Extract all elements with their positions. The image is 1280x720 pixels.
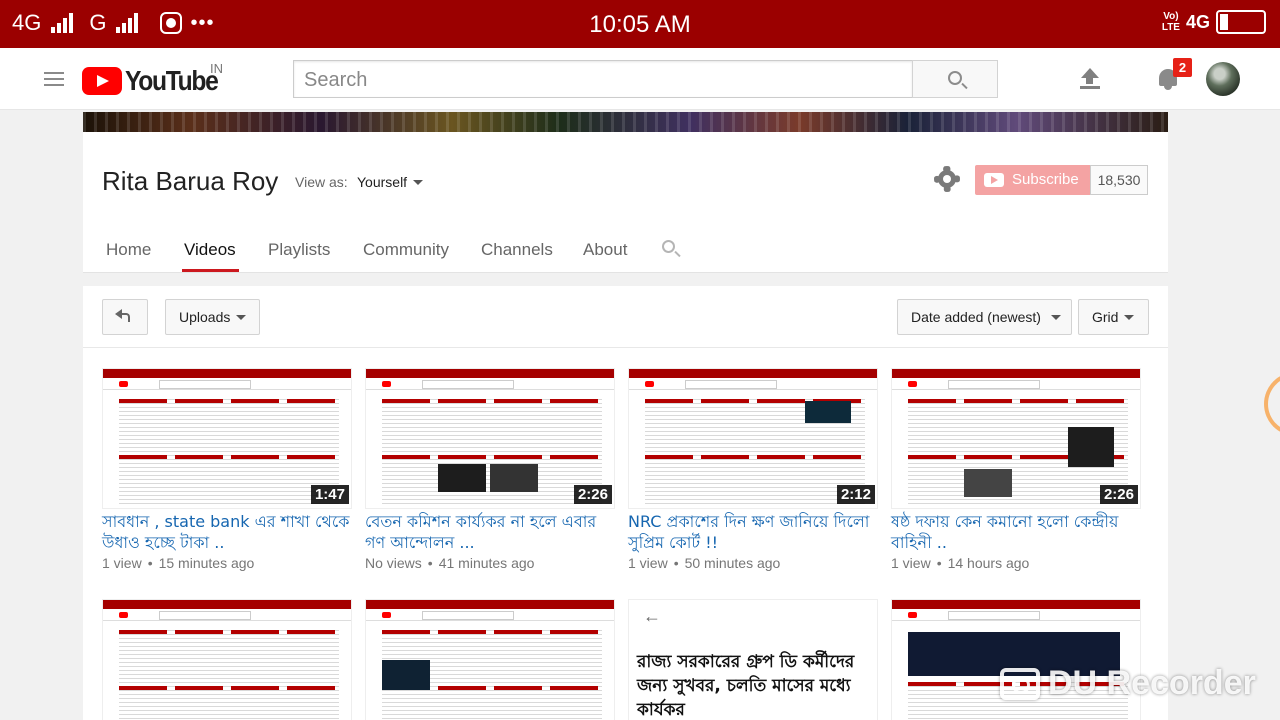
dropdown-caret-icon [1124,315,1135,320]
uploads-label: Uploads [179,309,231,325]
status-time: 10:05 AM [589,11,691,38]
watermark-text: DU Recorder [1048,664,1256,702]
subscribe-label: Subscribe [1012,171,1079,188]
youtube-play-icon [82,67,122,95]
android-status-bar: 4G G ••• 10:05 AM Vo) LTE 4G [0,0,1280,48]
dropdown-caret-icon [236,315,247,320]
view-as-dropdown[interactable]: Yourself [357,174,424,190]
youtube-play-icon [984,173,1004,187]
video-duration: 2:26 [1099,485,1138,504]
status-right: Vo) LTE 4G [1162,10,1266,34]
view-dropdown[interactable]: Grid [1078,299,1149,335]
video-meta: 1 view • 15 minutes ago [102,555,255,571]
back-arrow-icon: ← [643,606,661,626]
recorder-watermark: DU Recorder [1000,664,1256,703]
view-as-value: Yourself [357,174,408,190]
search-button[interactable] [912,60,998,98]
youtube-logo[interactable]: YouTube IN [82,61,230,97]
view-as-label: View as: [295,174,348,190]
uploads-dropdown[interactable]: Uploads [165,299,260,335]
tab-channels[interactable]: Channels [481,240,553,260]
video-thumbnail[interactable]: 2:26 [891,368,1141,509]
video-title[interactable]: ষষ্ঠ দফায় কেন কমানো হলো কেন্দ্রীয় বাহি… [891,511,1143,553]
video-title[interactable]: সাবধান , state bank এর শাখা থেকে উধাও হচ… [102,511,354,553]
video-thumbnail[interactable]: 1:47 [102,368,352,509]
view-label: Grid [1092,309,1119,325]
video-duration: 2:12 [836,485,875,504]
tab-videos[interactable]: Videos [184,240,236,260]
video-age: 41 minutes ago [438,555,535,571]
video-meta: 1 view • 50 minutes ago [628,555,781,571]
youtube-logo-text: YouTube [125,65,219,96]
tab-community[interactable]: Community [363,240,449,260]
network-4g-right: 4G [1185,11,1210,32]
upload-icon[interactable] [1080,68,1100,90]
toolbar-divider [83,347,1168,348]
volte-icon: Vo) LTE [1161,11,1180,33]
video-thumbnail[interactable] [365,599,615,720]
battery-icon [1216,10,1266,34]
thumbnail-headline: রাজ্য সরকারের গ্রুপ ডি কর্মীদের জন্য সুখ… [637,652,855,720]
video-title[interactable]: বেতন কমিশন কার্য্যকর না হলে এবার গণ আন্দ… [365,511,617,553]
youtube-header: YouTube IN Search 2 [0,48,1280,110]
subscriber-count: 18,530 [1090,165,1148,195]
video-thumbnail[interactable]: ← রাজ্য সরকারের গ্রুপ ডি কর্মীদের জন্য স… [628,599,878,720]
country-code: IN [210,61,223,76]
channel-tabs: Home Videos Playlists Community Channels… [83,232,1168,273]
tab-about[interactable]: About [583,240,627,260]
subscribe-button[interactable]: Subscribe [975,165,1091,195]
hamburger-icon[interactable] [44,72,64,90]
avatar[interactable] [1206,62,1240,96]
gear-icon-center [943,175,951,183]
back-button[interactable] [102,299,148,335]
tab-playlists[interactable]: Playlists [268,240,330,260]
video-meta: 1 view • 14 hours ago [891,555,1030,571]
tab-home[interactable]: Home [106,240,151,260]
video-duration: 1:47 [310,485,349,504]
video-thumbnail[interactable]: 2:26 [365,368,615,509]
video-thumbnail[interactable] [102,599,352,720]
dropdown-caret-icon [413,180,424,185]
search-icon [948,71,962,85]
floating-recorder-handle[interactable] [1264,372,1280,436]
video-views: 1 view [891,555,931,571]
channel-name: Rita Barua Roy [102,166,279,196]
video-views: 1 view [102,555,142,571]
video-meta: No views • 41 minutes ago [365,555,535,571]
video-age: 14 hours ago [947,555,1030,571]
search-input[interactable]: Search [293,60,913,98]
channel-banner [83,112,1168,132]
video-age: 50 minutes ago [684,555,781,571]
active-tab-indicator [182,269,239,272]
video-title[interactable]: NRC প্রকাশের দিন ক্ষণ জানিয়ে দিলো সুপ্র… [628,511,880,553]
channel-header: Rita Barua Roy View as: Yourself Subscri… [83,132,1168,273]
dropdown-caret-icon [1050,315,1061,320]
video-views: 1 view [628,555,668,571]
notification-badge: 2 [1173,58,1192,77]
sort-dropdown[interactable]: Date added (newest) [897,299,1072,335]
video-duration: 2:26 [573,485,612,504]
video-thumbnail[interactable]: 2:12 [628,368,878,509]
camera-icon [1000,667,1040,700]
sort-label: Date added (newest) [911,309,1041,325]
videos-panel: Uploads Date added (newest) Grid 1:47 সা… [83,286,1168,720]
video-views: No views [365,555,422,571]
video-age: 15 minutes ago [158,555,255,571]
channel-search-icon[interactable] [662,240,675,253]
